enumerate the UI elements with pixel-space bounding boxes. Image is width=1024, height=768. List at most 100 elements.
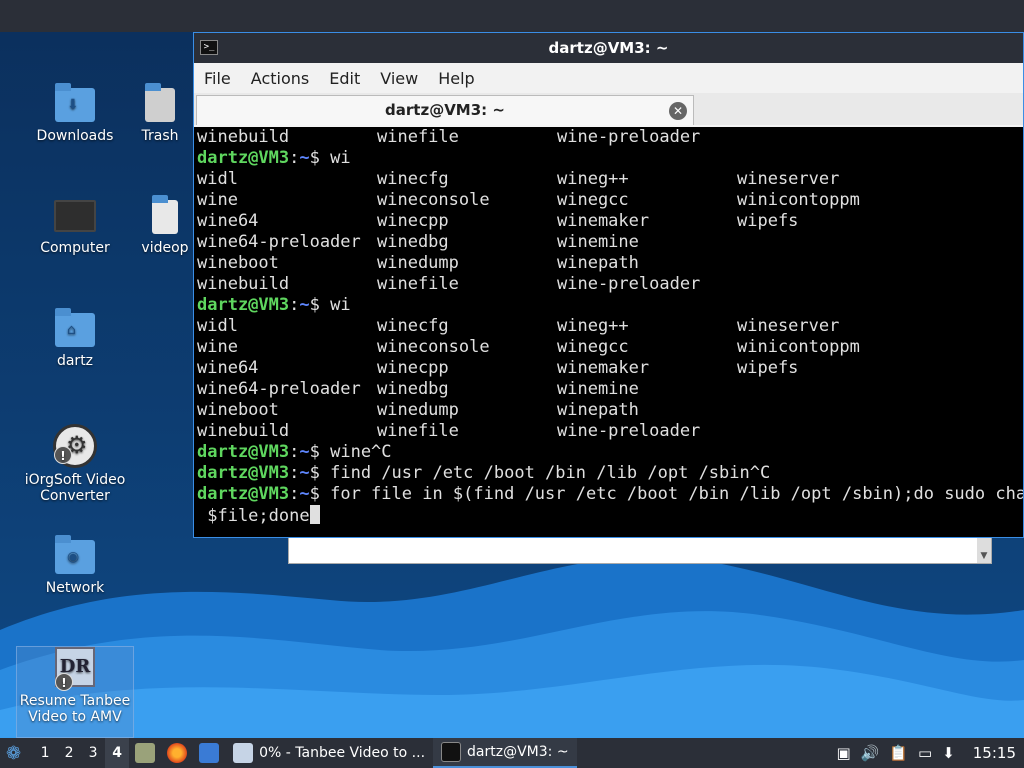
desktop: ⬇ Downloads Trash Computer videop ⌂ dart… <box>0 0 1024 768</box>
terminal-cell: wine <box>197 190 238 210</box>
terminal-line: winebuild winefile wine-preloader <box>197 274 1023 295</box>
network-folder-icon: ◉ <box>55 535 95 574</box>
terminal-cell: wipefs <box>737 358 799 378</box>
prompt-path: :~$ <box>289 148 331 168</box>
prompt-path: :~$ <box>289 295 331 315</box>
desktop-icon-tanbee[interactable]: DR ! Resume Tanbee Video to AMV <box>16 646 134 738</box>
terminal-icon <box>441 742 462 762</box>
terminal-cell: wineboot <box>197 253 279 273</box>
terminal-cell: winicontoppm <box>737 337 860 357</box>
terminal-cell: wineconsole <box>377 190 490 210</box>
terminal-cell: winepath <box>557 253 639 273</box>
terminal-cell: wineserver <box>737 316 840 336</box>
task-terminal[interactable]: dartz@VM3: ~ <box>433 738 577 768</box>
desktop-icon-dartz[interactable]: ⌂ dartz <box>20 305 130 369</box>
terminal-cell: wine-preloader <box>557 421 701 441</box>
menu-file[interactable]: File <box>194 69 241 88</box>
menu-bar: File Actions Edit View Help <box>194 63 1023 93</box>
menu-actions[interactable]: Actions <box>241 69 319 88</box>
volume-icon[interactable]: 🔊 <box>861 744 880 762</box>
terminal-cell: winefile <box>377 127 459 147</box>
menu-view[interactable]: View <box>370 69 428 88</box>
computer-icon <box>54 200 96 232</box>
show-desktop-icon[interactable] <box>199 743 220 763</box>
text-cursor <box>309 505 320 524</box>
workspace-switcher: 1 2 3 4 <box>33 738 130 768</box>
terminal-cell: wineg++ <box>557 316 629 336</box>
desktop-icon-label: Network <box>45 580 105 596</box>
notification-icon[interactable]: ▣ <box>836 744 850 762</box>
terminal-line: winebuild winefile wine-preloader <box>197 127 1023 148</box>
file-manager-icon[interactable] <box>135 743 156 763</box>
prompt-user: dartz@VM3 <box>197 442 290 462</box>
close-icon[interactable]: ✕ <box>669 102 687 120</box>
terminal-output[interactable]: winebuild winefile wine-preloader dartz@VM3… <box>194 127 1023 537</box>
workspace-1[interactable]: 1 <box>33 745 57 761</box>
desktop-icon-label: Trash <box>141 128 179 144</box>
window-title: dartz@VM3: ~ <box>548 39 669 57</box>
terminal-cell: winegcc <box>557 190 629 210</box>
terminal-cell: winecpp <box>377 211 449 231</box>
background-window[interactable]: ▼ <box>288 536 992 564</box>
folder-download-icon: ⬇ <box>55 83 95 122</box>
warning-badge-icon: ! <box>55 673 73 691</box>
prompt-path: :~$ <box>289 484 331 504</box>
prompt-user: dartz@VM3 <box>197 484 290 504</box>
desktop-icon-trash[interactable]: Trash <box>120 80 200 144</box>
lubuntu-logo-icon: ❁ <box>6 742 22 764</box>
terminal-cell: winemaker <box>557 358 650 378</box>
top-panel <box>0 0 1024 32</box>
warning-badge-icon: ! <box>54 446 72 464</box>
workspace-4[interactable]: 4 <box>105 738 130 768</box>
terminal-cell: winemine <box>557 379 639 399</box>
terminal-line: dartz@VM3:~$ find /usr /etc /boot /bin /… <box>197 463 1023 484</box>
desktop-icon-label: Downloads <box>36 128 114 144</box>
update-icon[interactable]: ⬇ <box>942 744 955 762</box>
command-text: for file in $(find /usr /etc /boot /bin … <box>330 484 1023 504</box>
tab-terminal[interactable]: dartz@VM3: ~ ✕ <box>196 95 694 125</box>
terminal-cell: wine64-preloader <box>197 232 361 252</box>
prompt-path: :~$ <box>289 463 331 483</box>
firefox-icon[interactable] <box>167 743 188 763</box>
start-menu-button[interactable]: ❁ <box>0 738 27 768</box>
workspace-3[interactable]: 3 <box>81 745 105 761</box>
terminal-cell: wine64 <box>197 211 259 231</box>
clock[interactable]: 15:15 <box>973 744 1016 762</box>
terminal-line: wineboot winedump winepath <box>197 400 1023 421</box>
terminal-window[interactable]: >_ dartz@VM3: ~ File Actions Edit View H… <box>193 32 1024 538</box>
window-titlebar[interactable]: >_ dartz@VM3: ~ <box>194 33 1023 63</box>
tab-title: dartz@VM3: ~ <box>385 101 505 119</box>
menu-help[interactable]: Help <box>428 69 484 88</box>
menu-edit[interactable]: Edit <box>319 69 370 88</box>
terminal-line: widl winecfg wineg++ wineserver <box>197 316 1023 337</box>
desktop-icon-iorgsoft[interactable]: ! iOrgSoft Video Converter <box>20 424 130 504</box>
terminal-cell: winebuild <box>197 274 290 294</box>
terminal-line: wine64 winecpp winemaker wipefs <box>197 358 1023 379</box>
task-tanbee[interactable]: 0% - Tanbee Video to ... <box>225 738 433 768</box>
terminal-cell: winicontoppm <box>737 190 860 210</box>
system-tray: ▣ 🔊 📋 ▭ ⬇ 15:15 <box>836 744 1024 762</box>
network-icon[interactable]: ▭ <box>918 744 932 762</box>
terminal-cell: wipefs <box>737 211 799 231</box>
prompt-user: dartz@VM3 <box>197 463 290 483</box>
terminal-line: dartz@VM3:~$ wi <box>197 148 1023 169</box>
terminal-cell: winecfg <box>377 169 449 189</box>
scroll-down-icon[interactable]: ▼ <box>977 537 991 563</box>
terminal-cell: winepath <box>557 400 639 420</box>
terminal-cell: winebuild <box>197 421 290 441</box>
clipboard-icon[interactable]: 📋 <box>889 744 908 762</box>
terminal-line: dartz@VM3:~$ wine^C <box>197 442 1023 463</box>
desktop-icon-videop[interactable]: videop <box>130 192 200 256</box>
terminal-cell: winemaker <box>557 211 650 231</box>
desktop-icon-computer[interactable]: Computer <box>20 192 130 256</box>
terminal-cell: widl <box>197 316 238 336</box>
terminal-cell: winebuild <box>197 127 290 147</box>
terminal-line: dartz@VM3:~$ for file in $(find /usr /et… <box>197 484 1023 505</box>
terminal-cell: wine-preloader <box>557 127 701 147</box>
desktop-icon-label: Resume Tanbee Video to AMV <box>19 693 131 725</box>
trash-icon <box>145 83 175 122</box>
prompt-path: :~$ <box>289 442 331 462</box>
desktop-icon-downloads[interactable]: ⬇ Downloads <box>20 80 130 144</box>
workspace-2[interactable]: 2 <box>57 745 81 761</box>
desktop-icon-network[interactable]: ◉ Network <box>20 532 130 596</box>
